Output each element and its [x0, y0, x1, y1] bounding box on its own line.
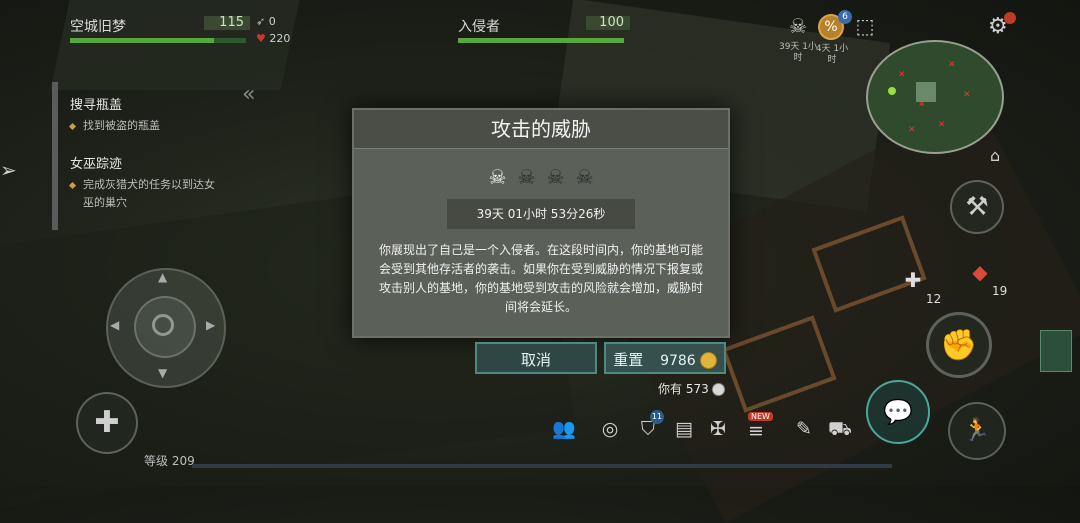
medkit-icon[interactable]: ✚ [898, 268, 928, 296]
blood-stat: ♥ 220 [256, 32, 291, 45]
map-icon[interactable]: ✎ [790, 416, 818, 442]
skull-icon: ☠ [546, 165, 565, 189]
enemy-hp-number: 100 [586, 16, 630, 30]
reset-button[interactable]: 重置 9786 [604, 342, 726, 374]
quest-title: 女巫踪迹 [70, 157, 123, 172]
player-health-bar [70, 38, 246, 43]
quest-desc: 找到被盗的瓶盖 [68, 117, 248, 135]
attack-threat-dialog: 攻击的威胁 ☠ ☠ ☠ ☠ 39天 01小时 53分26秒 你展现出了自己是一个… [352, 108, 730, 338]
arrow-icon: ➶ [256, 15, 266, 28]
skull-icon: ☠ [517, 165, 536, 189]
quest-panel[interactable]: 搜寻瓶盖 找到被盗的瓶盖 女巫踪迹 完成灰猎犬的任务以到达女 巫的巢穴 [52, 82, 248, 230]
kills-stat: ➶ 0 [256, 15, 276, 28]
joystick-center [152, 314, 174, 336]
new-badge: NEW [748, 412, 773, 421]
diamond-icon [68, 181, 77, 189]
owned-caps: 你有 573 [658, 380, 725, 397]
group-icon[interactable]: 👥 [550, 416, 578, 442]
arrow-right-icon: ▶ [206, 318, 216, 332]
arrow-left-icon: ◀ [110, 318, 120, 332]
arrow-up-icon: ▲ [158, 270, 168, 284]
item-count-left: 12 [926, 292, 942, 306]
cap-icon [711, 383, 725, 396]
building-roof [50, 0, 300, 90]
collapse-chevron-icon[interactable]: « [242, 82, 255, 107]
dialog-description: 你展现出了自己是一个入侵者。在这段时间内，你的基地可能会受到其他存活者的袭击。如… [378, 243, 703, 314]
notification-dot [1004, 12, 1016, 24]
cancel-button[interactable]: 取消 [475, 342, 597, 374]
vault-icon[interactable]: ◎ [596, 416, 624, 442]
add-cross-icon[interactable]: ✚ [76, 392, 138, 454]
enemy-health-bar [458, 38, 624, 43]
threat-countdown: 39天 01小时 53分26秒 [447, 199, 635, 229]
chat-icon[interactable]: 💬 [866, 380, 930, 444]
dialog-title: 攻击的威胁 [354, 110, 728, 149]
skull-icon: ☠ [575, 165, 594, 189]
threat-level-skulls: ☠ ☠ ☠ ☠ [354, 165, 728, 191]
player-level: 等级 209 [144, 454, 195, 468]
quest-desc: 完成灰猎犬的任务以到达女 巫的巢穴 [68, 176, 248, 212]
item-count-right: 19 [992, 284, 1008, 298]
grenade-icon[interactable]: ◆ [966, 260, 994, 288]
enemy-name: 入侵者 [458, 19, 500, 35]
xp-bar [192, 464, 892, 468]
shield-badge: 11 [650, 410, 664, 424]
coin-icon [699, 352, 717, 369]
clan-emblem-icon[interactable]: ✠ [704, 416, 732, 442]
gift-badge: 6 [838, 10, 852, 24]
player-name: 空城旧梦 [70, 19, 126, 35]
arrow-down-icon: ▼ [158, 366, 168, 380]
equipped-item-slot[interactable] [1040, 330, 1072, 372]
quest-title: 搜寻瓶盖 [70, 98, 123, 113]
skull-icon: ☠ [488, 165, 507, 189]
sneak-icon[interactable]: 🏃 [948, 402, 1006, 460]
coins-stack-icon[interactable]: ≡ [742, 418, 770, 444]
minimap[interactable]: ✕ ✕ ✕ ✕ ✕ ✕ [866, 40, 1004, 154]
home-icon[interactable]: ⌂ [990, 146, 1000, 165]
paper-plane-icon[interactable]: ➢ [0, 152, 22, 188]
attack-fist-icon[interactable]: ✊ [926, 312, 992, 378]
gift-timer: 4天 1小时 [815, 44, 849, 65]
backpack-icon[interactable]: ⛟ [826, 416, 854, 442]
build-hammer-icon[interactable]: ⚒ [950, 180, 1004, 234]
crafting-icon[interactable]: ▤ [670, 416, 698, 442]
skull-threat-icon[interactable]: ☠ [786, 14, 810, 38]
blood-icon: ♥ [256, 32, 266, 45]
player-hp-number: 115 [204, 16, 250, 30]
diamond-icon [68, 122, 77, 130]
gift-icon[interactable]: ⬚ [852, 14, 878, 38]
